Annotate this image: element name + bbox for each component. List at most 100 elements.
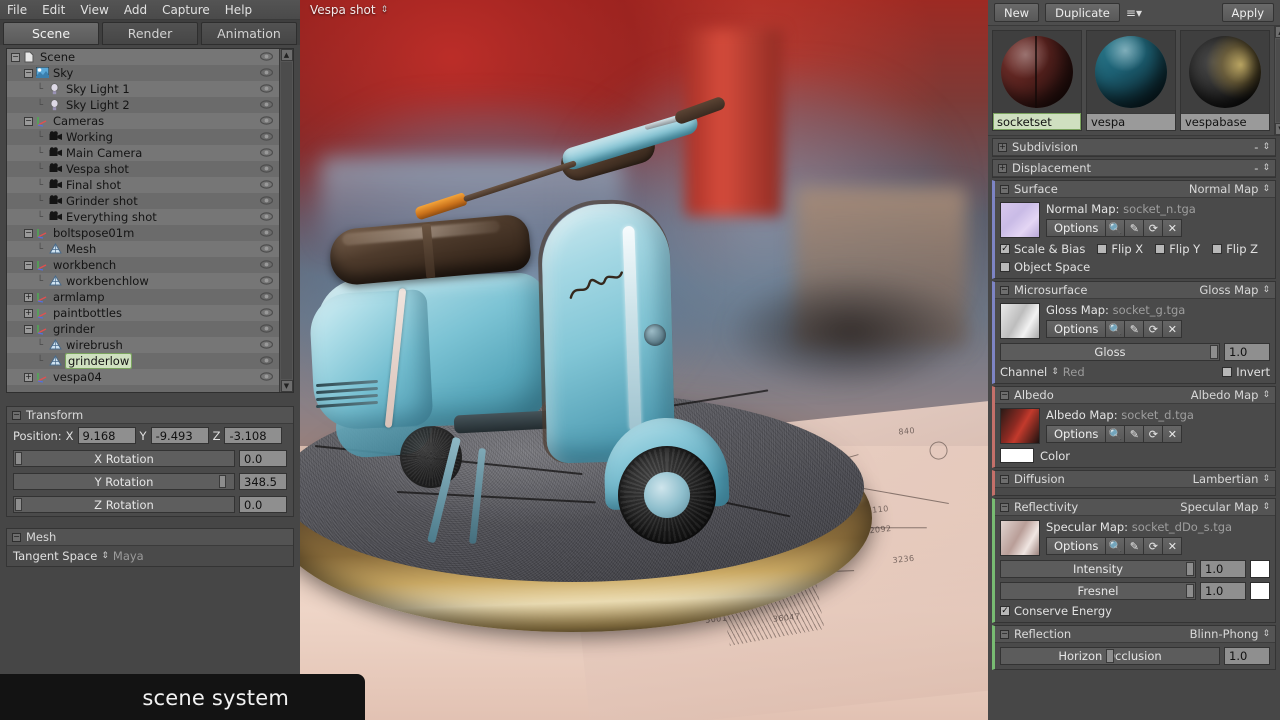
tree-item-final-shot[interactable]: └ Final shot: [7, 177, 279, 193]
collapse-icon[interactable]: −: [1000, 474, 1009, 484]
reflection-header[interactable]: − Reflection Blinn-Phong ⇕: [995, 626, 1275, 643]
tree-item-scene[interactable]: − Scene: [7, 49, 279, 65]
tree-item-working[interactable]: └ Working: [7, 129, 279, 145]
collapse-icon[interactable]: −: [1000, 502, 1009, 512]
y-rotation-slider[interactable]: Y Rotation: [13, 473, 235, 490]
magnifier-icon[interactable]: 🔍: [1106, 219, 1126, 237]
z-rotation-value[interactable]: 0.0: [239, 496, 287, 513]
albedo-color-swatch[interactable]: [1000, 448, 1034, 463]
expand-icon[interactable]: +: [998, 142, 1007, 152]
updown-arrow-icon[interactable]: ⇕: [1262, 474, 1270, 484]
viewport[interactable]: 840 S.3060 S.3110 S.12092 3236 2019 5001…: [300, 0, 988, 720]
reload-icon[interactable]: ⟳: [1144, 320, 1164, 338]
hamburger-menu-icon[interactable]: ≡▾: [1126, 6, 1142, 20]
x-rotation-value[interactable]: 0.0: [239, 450, 287, 467]
tree-item-vespa-shot[interactable]: └ Vespa shot: [7, 161, 279, 177]
duplicate-material-button[interactable]: Duplicate: [1045, 3, 1120, 22]
albedo-map-thumbnail[interactable]: [1000, 408, 1040, 444]
albedo-map-options-button[interactable]: Options: [1046, 425, 1107, 443]
magnifier-icon[interactable]: 🔍: [1106, 320, 1126, 338]
material-item-vespabase[interactable]: vespabase: [1180, 30, 1270, 131]
gloss-value-input[interactable]: 1.0: [1224, 343, 1270, 361]
mesh-header[interactable]: − Mesh: [7, 529, 293, 546]
material-name[interactable]: vespa: [1087, 113, 1175, 130]
visibility-eye-icon[interactable]: [259, 115, 274, 126]
tree-item-sky-light-2[interactable]: └ Sky Light 2: [7, 97, 279, 113]
pencil-icon[interactable]: ✎: [1125, 537, 1145, 555]
menu-help[interactable]: Help: [224, 3, 253, 17]
flip-z-checkbox[interactable]: Flip Z: [1212, 242, 1258, 256]
expand-icon[interactable]: +: [998, 163, 1007, 173]
position-x-input[interactable]: 9.168: [77, 427, 136, 444]
channel-value[interactable]: Red: [1063, 365, 1085, 379]
collapse-icon[interactable]: −: [12, 410, 21, 420]
collapse-icon[interactable]: −: [1000, 184, 1009, 194]
tab-animation[interactable]: Animation: [201, 22, 297, 45]
gloss-slider[interactable]: Gloss: [1000, 343, 1220, 361]
scroll-down-button[interactable]: ▼: [1275, 123, 1280, 135]
visibility-eye-icon[interactable]: [259, 67, 274, 78]
updown-arrow-icon[interactable]: ⇕: [1262, 502, 1270, 512]
collapse-icon[interactable]: −: [24, 68, 33, 78]
collapse-icon[interactable]: −: [24, 324, 33, 334]
fresnel-value-input[interactable]: 1.0: [1200, 582, 1246, 600]
scroll-up-button[interactable]: ▲: [280, 49, 293, 61]
visibility-eye-icon[interactable]: [259, 339, 274, 350]
tree-item-sky-light-1[interactable]: └ Sky Light 1: [7, 81, 279, 97]
visibility-eye-icon[interactable]: [259, 147, 274, 158]
viewport-camera-selector[interactable]: Vespa shot ⇕: [302, 0, 396, 20]
gloss-map-thumbnail[interactable]: [1000, 303, 1040, 339]
magnifier-icon[interactable]: 🔍: [1106, 537, 1126, 555]
collapse-icon[interactable]: −: [1000, 285, 1009, 295]
y-rotation-value[interactable]: 348.5: [239, 473, 287, 490]
tree-item-workbenchlow[interactable]: └ workbenchlow: [7, 273, 279, 289]
scene-tree[interactable]: − Scene − Sky └ Sky Light 1 └ Sky Light 2− Camer…: [7, 49, 279, 392]
visibility-eye-icon[interactable]: [259, 307, 274, 318]
material-item-socketset[interactable]: socketset: [992, 30, 1082, 131]
displacement-header[interactable]: + Displacement - ⇕: [993, 160, 1275, 177]
flip-y-checkbox[interactable]: Flip Y: [1155, 242, 1200, 256]
expand-icon[interactable]: +: [24, 292, 33, 302]
specular-map-thumbnail[interactable]: [1000, 520, 1040, 556]
tree-item-sky[interactable]: − Sky: [7, 65, 279, 81]
albedo-header[interactable]: − Albedo Albedo Map ⇕: [995, 387, 1275, 404]
updown-arrow-icon[interactable]: ⇕: [1262, 142, 1270, 152]
collapse-icon[interactable]: −: [1000, 629, 1009, 639]
pencil-icon[interactable]: ✎: [1125, 219, 1145, 237]
invert-checkbox[interactable]: Invert: [1222, 365, 1270, 379]
object-space-checkbox[interactable]: Object Space: [1000, 260, 1090, 274]
magnifier-icon[interactable]: 🔍: [1106, 425, 1126, 443]
menu-add[interactable]: Add: [123, 3, 148, 17]
updown-arrow-icon[interactable]: ⇕: [381, 5, 389, 15]
updown-arrow-icon[interactable]: ⇕: [101, 551, 109, 561]
collapse-icon[interactable]: −: [12, 532, 21, 542]
x-rotation-slider[interactable]: X Rotation: [13, 450, 235, 467]
collapse-icon[interactable]: −: [24, 228, 33, 238]
tree-item-everything-shot[interactable]: └ Everything shot: [7, 209, 279, 225]
tree-item-workbench[interactable]: − workbench: [7, 257, 279, 273]
material-name[interactable]: vespabase: [1181, 113, 1269, 130]
tree-item-paintbottles[interactable]: + paintbottles: [7, 305, 279, 321]
tree-item-mesh[interactable]: └ Mesh: [7, 241, 279, 257]
reload-icon[interactable]: ⟳: [1144, 425, 1164, 443]
scroll-thumb[interactable]: [281, 62, 292, 379]
intensity-slider[interactable]: Intensity: [1000, 560, 1196, 578]
close-icon[interactable]: ✕: [1163, 425, 1183, 443]
visibility-eye-icon[interactable]: [259, 371, 274, 382]
tree-item-wirebrush[interactable]: └ wirebrush: [7, 337, 279, 353]
collapse-icon[interactable]: −: [24, 260, 33, 270]
close-icon[interactable]: ✕: [1163, 219, 1183, 237]
menu-file[interactable]: File: [6, 3, 28, 17]
close-icon[interactable]: ✕: [1163, 537, 1183, 555]
expand-icon[interactable]: +: [24, 308, 33, 318]
surface-header[interactable]: − Surface Normal Map ⇕: [995, 181, 1275, 198]
scroll-thumb[interactable]: [1275, 39, 1280, 122]
menu-edit[interactable]: Edit: [41, 3, 66, 17]
visibility-eye-icon[interactable]: [259, 275, 274, 286]
tab-scene[interactable]: Scene: [3, 22, 99, 45]
visibility-eye-icon[interactable]: [259, 163, 274, 174]
flip-x-checkbox[interactable]: Flip X: [1097, 242, 1143, 256]
horizon-occlusion-value-input[interactable]: 1.0: [1224, 647, 1270, 665]
material-grid-scrollbar[interactable]: ▲ ▼: [1274, 26, 1280, 135]
normal-map-thumbnail[interactable]: [1000, 202, 1040, 238]
